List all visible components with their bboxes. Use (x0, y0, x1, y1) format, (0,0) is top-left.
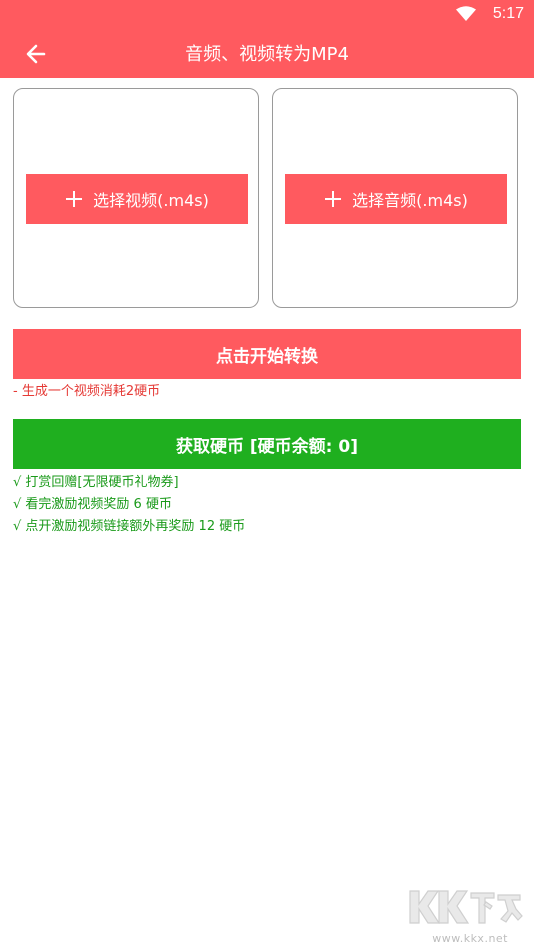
get-coins-label: 获取硬币 [硬币余额: 0] (175, 436, 358, 457)
select-video-button[interactable]: 选择视频(.m4s) (26, 174, 248, 224)
watermark: www.kkx.net (406, 885, 524, 945)
select-audio-label: 选择音频(.m4s) (352, 191, 468, 210)
benefit-item: √ 看完激励视频奖励 6 硬币 (13, 497, 172, 512)
select-audio-button[interactable]: 选择音频(.m4s) (285, 174, 507, 224)
status-time: 5:17 (492, 5, 524, 22)
audio-card: 选择音频(.m4s) (272, 88, 518, 308)
video-card: 选择视频(.m4s) (13, 88, 259, 308)
benefit-item: √ 打赏回赠[无限硬币礼物券] (13, 475, 179, 490)
plus-icon (325, 191, 342, 207)
cost-note: - 生成一个视频消耗2硬币 (13, 384, 161, 399)
start-convert-label: 点击开始转换 (216, 346, 318, 367)
benefit-item: √ 点开激励视频链接额外再奖励 12 硬币 (13, 519, 246, 534)
kk-logo (409, 890, 523, 924)
page-title: 音频、视频转为MP4 (185, 44, 349, 65)
status-bar: 5:17 (0, 0, 534, 28)
start-convert-button[interactable]: 点击开始转换 (13, 329, 521, 379)
plus-icon (66, 191, 83, 207)
select-video-label: 选择视频(.m4s) (93, 191, 209, 210)
wifi-icon (456, 6, 476, 21)
toolbar: 音频、视频转为MP4 (0, 28, 534, 78)
watermark-url: www.kkx.net (432, 932, 508, 945)
get-coins-button[interactable]: 获取硬币 [硬币余额: 0] (13, 419, 521, 469)
